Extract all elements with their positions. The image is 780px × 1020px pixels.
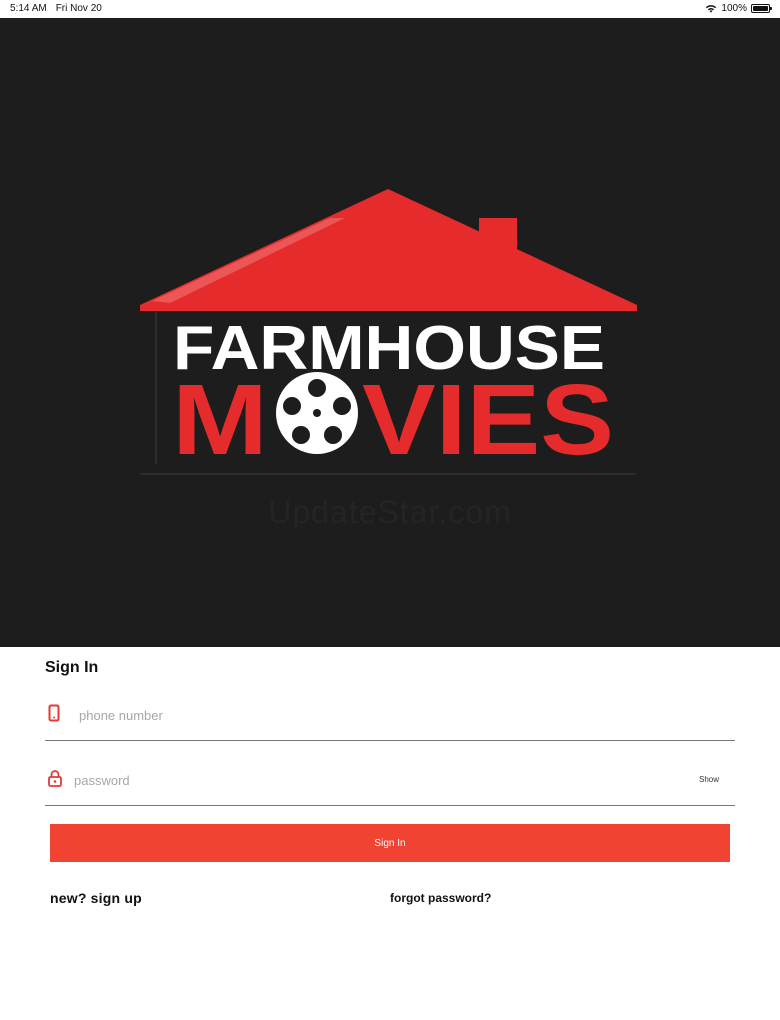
page-title: Sign In [45, 659, 99, 676]
sign-in-button[interactable]: Sign In [50, 824, 730, 862]
show-password-toggle[interactable]: Show [699, 775, 719, 784]
hero-banner: FARMHOUSE M VIES UpdateStar.com [0, 18, 780, 647]
password-field: Show [45, 765, 735, 806]
phone-number-input[interactable] [79, 704, 719, 726]
lock-icon [48, 770, 62, 787]
battery-icon [751, 4, 772, 13]
phone-field [45, 700, 735, 741]
status-time: 5:14 AM [10, 3, 47, 14]
status-date: Fri Nov 20 [55, 3, 102, 14]
password-input[interactable] [74, 769, 674, 791]
status-bar: 5:14 AM Fri Nov 20 100% [0, 0, 780, 18]
farmhouse-movies-logo: FARMHOUSE M VIES [140, 189, 637, 476]
logo-letters-vies: VIES [362, 364, 614, 476]
battery-percent: 100% [721, 3, 747, 14]
logo-letter-m: M [172, 364, 268, 476]
watermark-text: UpdateStar.com [268, 494, 512, 530]
phone-icon [48, 704, 60, 722]
status-right: 100% [705, 3, 772, 14]
status-left: 5:14 AM Fri Nov 20 [10, 3, 102, 14]
wifi-icon [706, 5, 717, 13]
film-reel-icon [276, 372, 358, 454]
forgot-password-link[interactable]: forgot password? [390, 891, 491, 905]
sign-up-link[interactable]: new? sign up [50, 890, 142, 906]
